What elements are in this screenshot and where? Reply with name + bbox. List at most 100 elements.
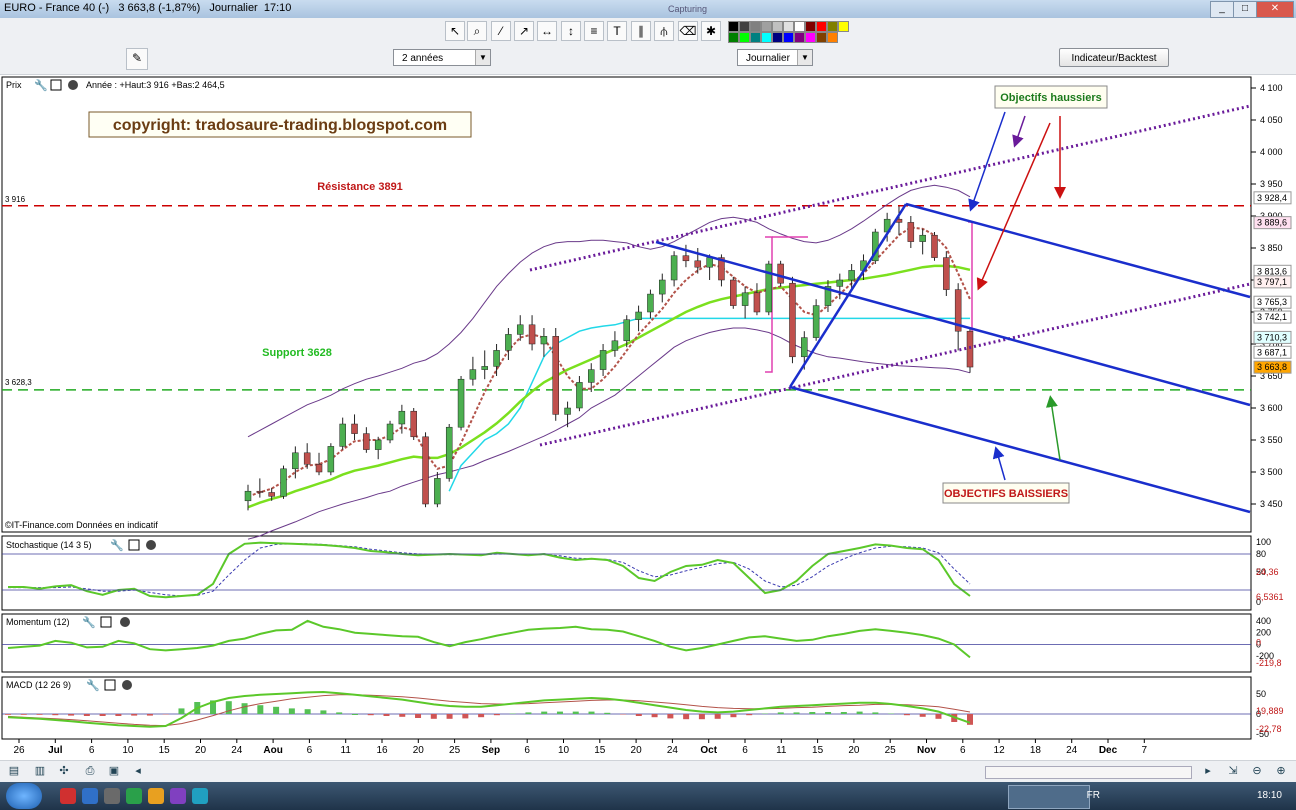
color-swatch[interactable] [750, 32, 761, 43]
candle-body [919, 234, 926, 242]
x-tick-label: 11 [341, 745, 352, 756]
color-swatch[interactable] [816, 32, 827, 43]
hline-tool-icon[interactable]: ↔ [537, 21, 557, 41]
macd-histogram-bar [667, 714, 674, 719]
indicator-backtest-button[interactable]: Indicateur/Backtest [1059, 48, 1169, 67]
start-button-icon[interactable] [6, 783, 42, 809]
taskbar-app-4-icon[interactable] [126, 788, 142, 804]
period-select[interactable]: 2 années ▼ [393, 49, 491, 66]
color-swatch[interactable] [739, 32, 750, 43]
stoch-window-icon[interactable] [128, 539, 140, 551]
taskbar-app-1-icon[interactable] [60, 788, 76, 804]
color-swatch[interactable] [783, 21, 794, 32]
zoom-in-icon[interactable]: ⊕ [1273, 764, 1289, 779]
channel-tool-icon[interactable]: ∥ [631, 21, 651, 41]
macd-histogram-bar [651, 714, 658, 718]
mom-wrench-icon[interactable]: 🔧 [82, 615, 96, 629]
candle-body [280, 468, 287, 497]
macd-histogram-bar [872, 712, 879, 714]
ray-tool-icon[interactable]: ↗ [514, 21, 534, 41]
macd-histogram-bar [572, 711, 579, 714]
x-tick-label: 24 [667, 745, 679, 756]
settings-tool-icon[interactable]: ✱ [701, 21, 721, 41]
draw-icon[interactable]: ✎ [126, 48, 148, 70]
color-swatch[interactable] [728, 32, 739, 43]
objectifs-baissiers-label: OBJECTIFS BAISSIERS [944, 488, 1068, 500]
candle-body [244, 490, 252, 502]
interval-select[interactable]: Journalier ▼ [737, 49, 813, 66]
text-tool-icon[interactable]: T [607, 21, 627, 41]
taskbar-app-2-icon[interactable] [82, 788, 98, 804]
mom-close-icon[interactable] [120, 617, 130, 627]
color-swatch[interactable] [750, 21, 761, 32]
scroll-end-icon[interactable]: ▸ [1200, 764, 1216, 779]
save-icon[interactable]: ▣ [106, 764, 122, 779]
x-tick-label: 25 [449, 745, 461, 756]
color-swatch[interactable] [805, 21, 816, 32]
taskbar-app-3-icon[interactable] [104, 788, 120, 804]
color-swatch[interactable] [838, 21, 849, 32]
candle-body [812, 305, 820, 338]
color-swatch[interactable] [761, 32, 772, 43]
macd-histogram-bar [635, 714, 642, 716]
color-swatch[interactable] [794, 32, 805, 43]
close-button[interactable]: ✕ [1256, 1, 1294, 18]
color-swatch[interactable] [783, 32, 794, 43]
taskbar-active-window[interactable] [1008, 785, 1090, 809]
sub-tick-label: 100 [1256, 537, 1271, 547]
color-swatch[interactable] [816, 21, 827, 32]
candle-body [422, 436, 429, 505]
macd-histogram-bar [541, 711, 548, 714]
price-tick-label: 3 550 [1260, 435, 1283, 445]
macd-wrench-icon[interactable]: 🔧 [86, 678, 100, 692]
line-tool-icon[interactable]: ⁄ [491, 21, 511, 41]
wrench-icon[interactable]: 🔧 [34, 78, 48, 92]
minimize-button[interactable]: _ [1210, 1, 1234, 18]
color-swatch[interactable] [761, 21, 772, 32]
zoom-out-icon[interactable]: ⊖ [1249, 764, 1265, 779]
maximize-button[interactable]: □ [1233, 1, 1257, 18]
x-tick-label: 11 [776, 745, 787, 756]
x-tick-label: 6 [960, 745, 966, 756]
candle-body [339, 423, 346, 447]
vline-tool-icon[interactable]: ↕ [561, 21, 581, 41]
color-swatch[interactable] [827, 32, 838, 43]
language-indicator[interactable]: FR [1087, 790, 1100, 801]
macd-close-icon[interactable] [122, 680, 132, 690]
stoch-wrench-icon[interactable]: 🔧 [110, 538, 124, 552]
candles-icon[interactable]: ▥ [32, 764, 48, 779]
macd-window-icon[interactable] [104, 679, 116, 691]
pointer-tool-icon[interactable]: ↖ [445, 21, 465, 41]
color-swatch[interactable] [772, 21, 783, 32]
fibo-tool-icon[interactable]: ≡ [584, 21, 604, 41]
taskbar-app-5-icon[interactable] [148, 788, 164, 804]
macd-histogram-bar [967, 714, 973, 725]
taskbar-app-6-icon[interactable] [170, 788, 186, 804]
candle-body [730, 279, 737, 306]
macd-histogram-bar [68, 714, 75, 716]
tools-icon[interactable]: ✣ [56, 764, 72, 779]
chart-icon[interactable]: ▤ [6, 764, 22, 779]
arrow-left-icon[interactable]: ◂ [130, 764, 146, 779]
panel-window-icon[interactable] [50, 79, 62, 91]
zoom-tool-icon[interactable]: ⌕ [467, 21, 487, 41]
chart-area[interactable]: 4 1004 0504 0003 9503 9003 8503 8003 750… [0, 74, 1296, 760]
color-swatch[interactable] [794, 21, 805, 32]
price-tick-label: 3 500 [1260, 467, 1283, 477]
candle-body [528, 324, 536, 345]
pitchfork-tool-icon[interactable]: ⫛ [654, 21, 674, 41]
horizontal-scrollbar[interactable] [985, 766, 1192, 779]
fit-icon[interactable]: ⇲ [1225, 764, 1241, 779]
stoch-close-icon[interactable] [146, 540, 156, 550]
price-tick-label: 3 450 [1260, 499, 1283, 509]
erase-tool-icon[interactable]: ⌫ [678, 21, 698, 41]
color-swatch[interactable] [827, 21, 838, 32]
taskbar-app-7-icon[interactable] [192, 788, 208, 804]
color-swatch[interactable] [739, 21, 750, 32]
panel-close-icon[interactable] [68, 80, 78, 90]
mom-window-icon[interactable] [100, 616, 112, 628]
color-swatch[interactable] [728, 21, 739, 32]
color-swatch[interactable] [772, 32, 783, 43]
print-icon[interactable]: ⎙ [82, 764, 98, 779]
color-swatch[interactable] [805, 32, 816, 43]
